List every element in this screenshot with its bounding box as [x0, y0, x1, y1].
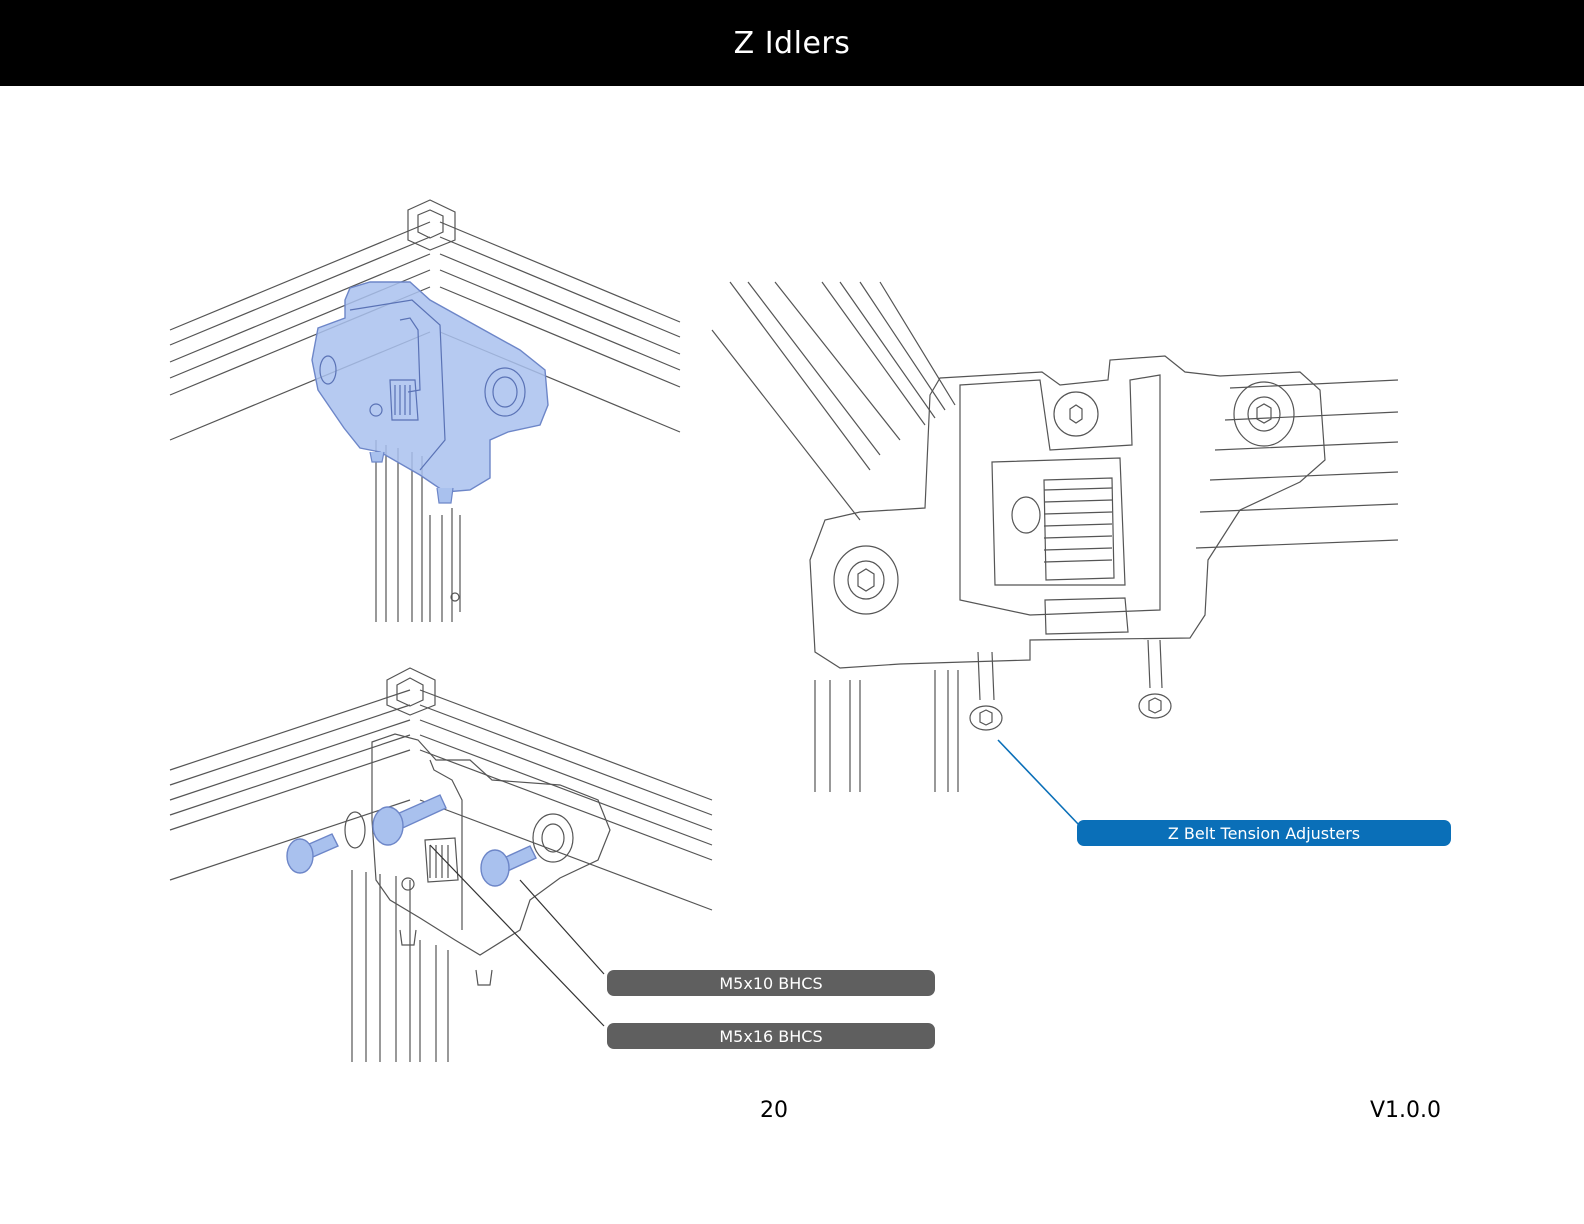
- figure-idler-fasteners: [169, 667, 713, 1062]
- callout-z-belt-tension-adjusters-label: Z Belt Tension Adjusters: [1167, 823, 1361, 843]
- figure-idler-highlighted: [169, 199, 681, 622]
- document-version: V1.0.0: [1370, 1098, 1442, 1123]
- callout-m5x10-bhcs: M5x10 BHCS: [607, 970, 935, 996]
- figure-tension-closeup: [711, 281, 1399, 827]
- callout-m5x10-bhcs-label: M5x10 BHCS: [719, 973, 823, 993]
- callout-m5x16-bhcs: M5x16 BHCS: [607, 1023, 935, 1049]
- callout-z-belt-tension-adjusters: Z Belt Tension Adjusters: [1077, 820, 1451, 846]
- callout-m5x16-bhcs-label: M5x16 BHCS: [719, 1026, 823, 1046]
- page-number: 20: [760, 1098, 788, 1123]
